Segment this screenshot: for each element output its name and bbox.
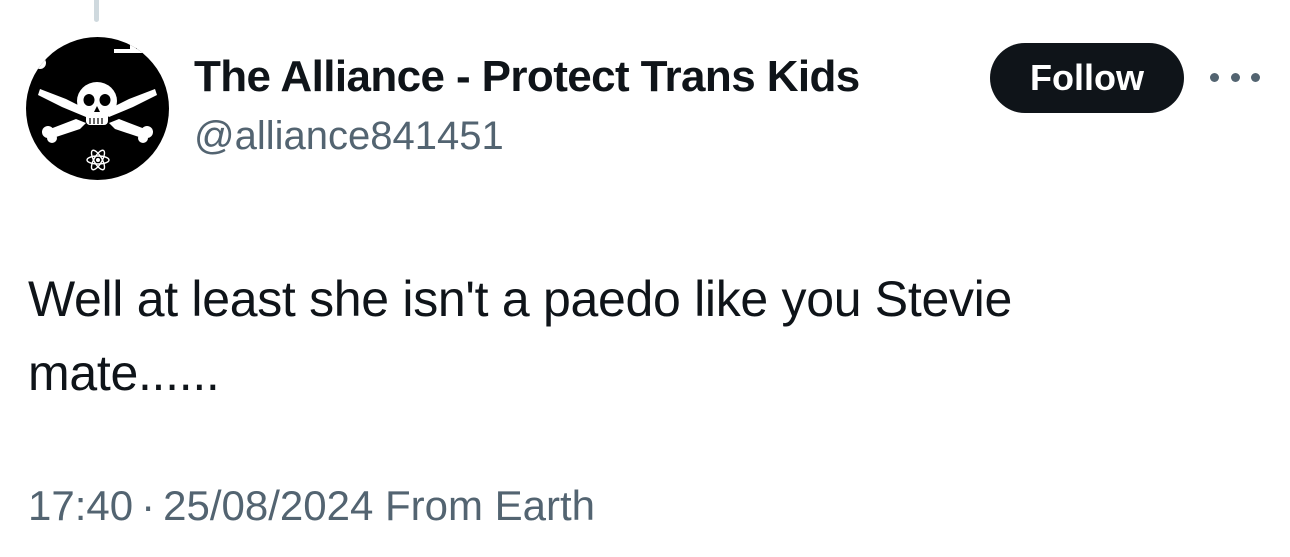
more-dot (1230, 72, 1240, 82)
tweet-text-line: Well at least she isn't a paedo like you… (28, 271, 1012, 327)
more-options-icon[interactable] (1210, 64, 1260, 90)
meta-separator: · (141, 482, 156, 529)
tweet-source: From Earth (385, 482, 596, 529)
avatar[interactable] (26, 37, 169, 180)
author-handle[interactable]: @alliance841451 (194, 114, 504, 159)
tweet-meta: 17:40 · 25/08/2024 From Earth (28, 482, 595, 530)
more-dot (1251, 72, 1260, 82)
follow-button[interactable]: Follow (990, 43, 1184, 113)
thread-connector-line (94, 0, 99, 22)
tweet-text: Well at least she isn't a paedo like you… (28, 262, 1208, 410)
author-display-name[interactable]: The Alliance - Protect Trans Kids (194, 52, 860, 102)
skull-crossbones-icon (34, 44, 157, 171)
more-dot (1210, 72, 1219, 82)
tweet-text-line: mate...... (28, 345, 220, 401)
tweet-time[interactable]: 17:40 (28, 482, 133, 529)
tweet-date[interactable]: 25/08/2024 (163, 482, 373, 529)
